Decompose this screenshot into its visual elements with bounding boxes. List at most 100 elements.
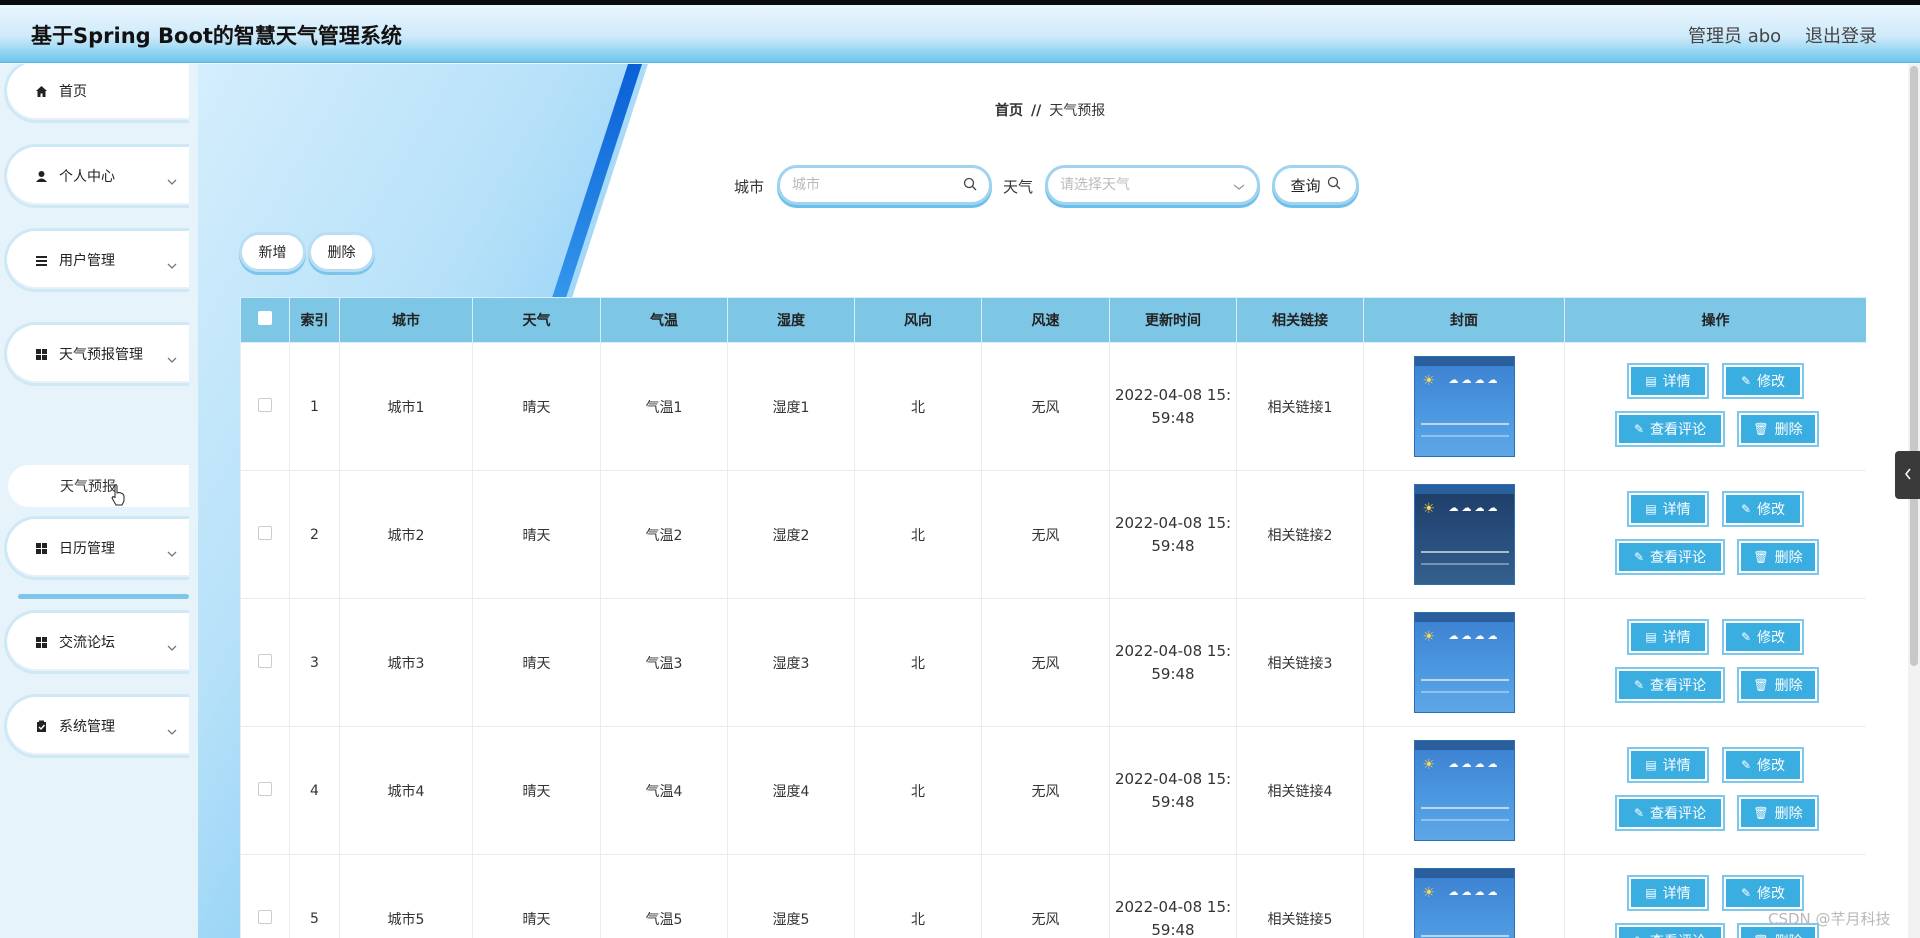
cover-image[interactable]: ☀ ☁☁☁☁ (1413, 740, 1515, 841)
view-comments-label: 查看评论 (1650, 931, 1706, 938)
delete-button[interactable]: 🗑 删除 (1737, 411, 1819, 447)
delete-button-label: 删除 (1775, 931, 1803, 938)
cell-link: 相关链接4 (1236, 726, 1364, 855)
view-comments-button[interactable]: ✎ 查看评论 (1615, 539, 1725, 575)
delete-button[interactable]: 🗑 删除 (1737, 795, 1819, 831)
grid-icon (33, 540, 49, 556)
cell-cover: ☀ ☁☁☁☁ (1363, 470, 1565, 599)
cell-index: 2 (289, 470, 340, 599)
cell-cover: ☀ ☁☁☁☁ (1363, 342, 1565, 471)
detail-button[interactable]: ▤ 详情 (1627, 363, 1709, 399)
detail-button[interactable]: ▤ 详情 (1627, 619, 1709, 655)
pencil-icon: ✎ (1740, 886, 1752, 900)
view-comments-label: 查看评论 (1650, 422, 1707, 438)
row-select-cell[interactable] (240, 598, 290, 727)
cell-update-time: 2022-04-08 15: 59:48 (1109, 854, 1237, 938)
detail-button-label: 详情 (1662, 886, 1691, 902)
row-select-cell[interactable] (240, 854, 290, 938)
sidebar-item-forum[interactable]: 交流论坛 (4, 610, 189, 674)
cell-link: 相关链接5 (1236, 854, 1364, 938)
view-comments-button[interactable]: ✎ 查看评论 (1615, 795, 1725, 831)
cell-temp: 气温3 (600, 598, 728, 727)
cover-image[interactable]: ☀ ☁☁☁☁ (1413, 612, 1515, 713)
city-input[interactable] (792, 177, 963, 193)
sidebar-item-calendar[interactable]: 日历管理 (4, 516, 189, 580)
edit-button[interactable]: ✎ 修改 (1722, 619, 1804, 655)
sidebar-item-users[interactable]: 用户管理 (4, 228, 189, 292)
row-checkbox[interactable] (258, 397, 272, 412)
query-button[interactable]: 查询 (1272, 165, 1359, 205)
sidebar-item-label: 首页 (59, 84, 87, 100)
weather-select-input[interactable] (1060, 177, 1233, 193)
view-comments-button[interactable]: ✎ 查看评论 (1615, 411, 1725, 447)
edit-button-label: 修改 (1757, 630, 1786, 646)
cover-image[interactable]: ☀ ☁☁☁☁ (1413, 484, 1515, 585)
forecast-icons: ☁☁☁☁ (1448, 631, 1501, 642)
detail-button[interactable]: ▤ 详情 (1627, 491, 1709, 527)
delete-button[interactable]: 🗑 删除 (1737, 539, 1819, 575)
select-all-checkbox[interactable] (258, 311, 272, 325)
forecast-icons: ☁☁☁☁ (1448, 375, 1501, 386)
grid-icon (33, 346, 49, 362)
city-search-box[interactable] (777, 165, 992, 205)
weather-sun-icon: ☀ (1422, 629, 1436, 645)
chevron-down-icon (167, 255, 177, 274)
table-row: 3 城市3 晴天 气温3 湿度3 北无风 2022-04-08 15: 59:48 相关链接3 ☀… (240, 598, 1866, 727)
weather-select[interactable] (1045, 165, 1260, 205)
delete-button[interactable]: 🗑 删除 (1737, 667, 1819, 703)
row-select-cell[interactable] (240, 470, 290, 599)
document-icon: ▤ (1645, 886, 1657, 900)
pencil-icon: ✎ (1633, 806, 1645, 820)
select-all-cell[interactable] (240, 297, 290, 343)
sidebar-item-system[interactable]: 系统管理 (4, 694, 189, 758)
sidebar-divider (18, 594, 189, 599)
row-checkbox[interactable] (258, 653, 272, 668)
row-checkbox[interactable] (258, 525, 272, 540)
update-time-line2: 59:48 (1151, 920, 1195, 938)
detail-button[interactable]: ▤ 详情 (1627, 875, 1709, 911)
cell-city: 城市2 (339, 470, 473, 599)
edit-button[interactable]: ✎ 修改 (1722, 491, 1804, 527)
cell-temp: 气温5 (600, 854, 728, 938)
row-checkbox[interactable] (258, 909, 272, 924)
add-button[interactable]: 新增 (239, 232, 306, 272)
grid-icon (33, 634, 49, 650)
pencil-icon: ✎ (1634, 934, 1644, 938)
update-time-line1: 2022-04-08 15: (1114, 513, 1232, 532)
sidebar-item-home[interactable]: 首页 (4, 64, 189, 123)
detail-button-label: 详情 (1662, 374, 1691, 390)
chevron-down-icon (1233, 176, 1245, 195)
collapse-panel-button[interactable] (1895, 451, 1920, 499)
cell-index: 1 (289, 342, 340, 471)
cover-image[interactable]: ☀ ☁☁☁☁ (1413, 356, 1515, 457)
row-checkbox[interactable] (258, 781, 272, 796)
weather-sun-icon: ☀ (1422, 501, 1436, 517)
table-row: 1 城市1 晴天 气温1 湿度1 北无风 2022-04-08 15: 59:48 相关链接1 ☀… (240, 342, 1866, 471)
view-comments-button[interactable]: ✎ 查看评论 (1615, 923, 1725, 938)
cover-image[interactable]: ☀ ☁☁☁☁ (1413, 868, 1515, 938)
view-comments-button[interactable]: ✎ 查看评论 (1615, 667, 1725, 703)
logout-link[interactable]: 退出登录 (1805, 22, 1877, 48)
edit-button[interactable]: ✎ 修改 (1722, 747, 1804, 783)
clipboard-icon (33, 718, 49, 734)
cell-humidity: 湿度1 (727, 342, 855, 471)
cell-update-time: 2022-04-08 15: 59:48 (1109, 470, 1237, 599)
city-label: 城市 (734, 178, 765, 196)
sidebar-subitem-forecast[interactable]: 天气预报 (8, 465, 189, 507)
cell-humidity: 湿度3 (727, 598, 855, 727)
batch-delete-button[interactable]: 删除 (308, 232, 375, 272)
column-header: 城市 (339, 297, 473, 343)
edit-button[interactable]: ✎ 修改 (1722, 875, 1804, 911)
row-select-cell[interactable] (240, 342, 290, 471)
breadcrumb-home[interactable]: 首页 (995, 103, 1023, 119)
row-select-cell[interactable] (240, 726, 290, 855)
scrollbar-thumb[interactable] (1910, 66, 1918, 666)
cell-wind-direction: 北 (854, 598, 982, 727)
trash-icon: 🗑 (1753, 422, 1769, 436)
sidebar-item-personal[interactable]: 个人中心 (4, 144, 189, 208)
edit-button[interactable]: ✎ 修改 (1722, 363, 1804, 399)
detail-button[interactable]: ▤ 详情 (1627, 747, 1709, 783)
edit-button-label: 修改 (1757, 502, 1786, 518)
cell-temp: 气温4 (600, 726, 728, 855)
sidebar-item-forecast-mgmt[interactable]: 天气预报管理 (4, 322, 189, 386)
